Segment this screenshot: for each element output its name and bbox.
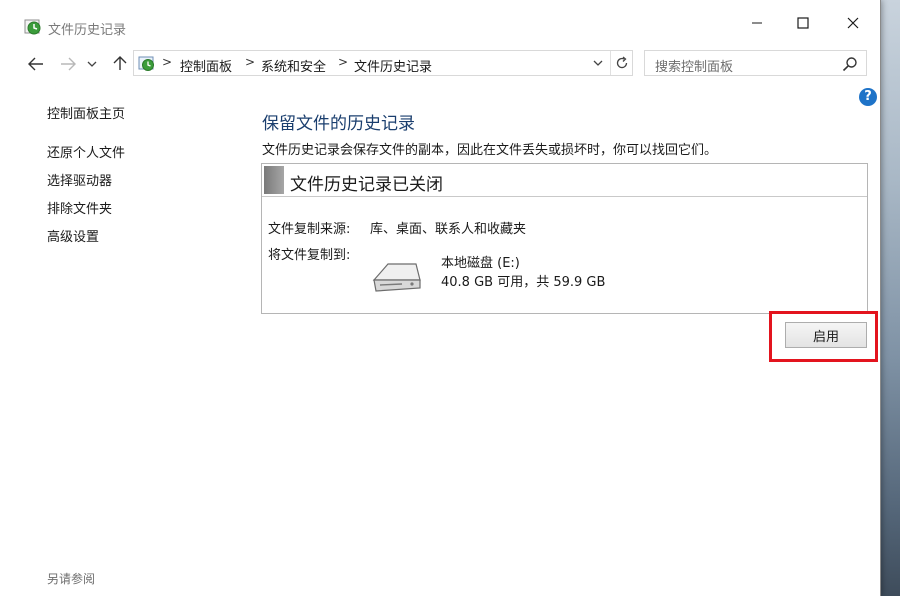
back-button[interactable]: [25, 54, 47, 74]
window-title: 文件历史记录: [48, 23, 127, 38]
copy-to-label: 将文件复制到:: [268, 248, 351, 263]
refresh-button[interactable]: [610, 51, 633, 75]
copy-from-label: 文件复制来源:: [268, 222, 351, 237]
breadcrumb-separator: >: [245, 55, 256, 69]
close-button[interactable]: [830, 8, 876, 38]
address-bar[interactable]: > 控制面板 > 系统和安全 > 文件历史记录: [133, 50, 633, 76]
breadcrumb-control-panel[interactable]: 控制面板: [180, 56, 232, 75]
arrow-left-icon: [28, 57, 43, 71]
chevron-down-icon: [593, 60, 603, 66]
recent-locations-button[interactable]: [85, 54, 99, 74]
refresh-icon: [616, 56, 628, 69]
minimize-button[interactable]: [734, 8, 780, 38]
address-dropdown-button[interactable]: [589, 54, 607, 72]
sidebar-item-restore-files[interactable]: 还原个人文件: [47, 142, 125, 161]
enable-button[interactable]: 启用: [785, 322, 867, 348]
title-bar: 文件历史记录: [0, 0, 880, 46]
status-title: 文件历史记录已关闭: [290, 175, 443, 195]
minimize-icon: [752, 22, 762, 24]
arrow-up-icon: [113, 56, 127, 70]
search-box[interactable]: 搜索控制面板: [644, 50, 867, 76]
arrow-right-icon: [61, 57, 76, 71]
drive-name: 本地磁盘 (E:): [441, 256, 520, 271]
file-history-window: 文件历史记录 > 控制面板 > 系统和安全 > 文件历史记录 搜索控制面板 ? …: [0, 0, 881, 596]
maximize-icon: [797, 17, 809, 29]
hard-drive-icon: [372, 263, 421, 292]
sidebar-item-select-drive[interactable]: 选择驱动器: [47, 170, 112, 189]
breadcrumb-separator: >: [338, 55, 349, 69]
search-icon[interactable]: [842, 56, 858, 72]
maximize-button[interactable]: [780, 8, 826, 38]
close-icon: [847, 17, 859, 29]
control-panel-icon: [138, 56, 154, 71]
page-title: 保留文件的历史记录: [262, 114, 415, 134]
copy-from-value: 库、桌面、联系人和收藏夹: [370, 222, 527, 237]
drive-capacity: 40.8 GB 可用，共 59.9 GB: [441, 275, 606, 290]
breadcrumb-separator: >: [162, 55, 173, 69]
chevron-down-icon: [87, 61, 97, 67]
help-icon[interactable]: ?: [859, 88, 877, 106]
file-history-icon: [24, 19, 41, 35]
breadcrumb-file-history[interactable]: 文件历史记录: [354, 56, 432, 75]
search-placeholder: 搜索控制面板: [655, 60, 734, 75]
status-panel: 文件历史记录已关闭: [261, 163, 868, 314]
sidebar-home-link[interactable]: 控制面板主页: [47, 103, 125, 122]
status-indicator-bar: [264, 166, 284, 194]
forward-button[interactable]: [57, 54, 79, 74]
see-also-label: 另请参阅: [47, 572, 96, 586]
breadcrumb-system-security[interactable]: 系统和安全: [261, 56, 326, 75]
page-description: 文件历史记录会保存文件的副本，因此在文件丢失或损坏时，你可以找回它们。: [262, 143, 718, 158]
sidebar-item-exclude-folders[interactable]: 排除文件夹: [47, 198, 112, 217]
sidebar-item-advanced-settings[interactable]: 高级设置: [47, 226, 99, 245]
status-panel-header: 文件历史记录已关闭: [262, 164, 867, 197]
up-button[interactable]: [109, 53, 131, 73]
